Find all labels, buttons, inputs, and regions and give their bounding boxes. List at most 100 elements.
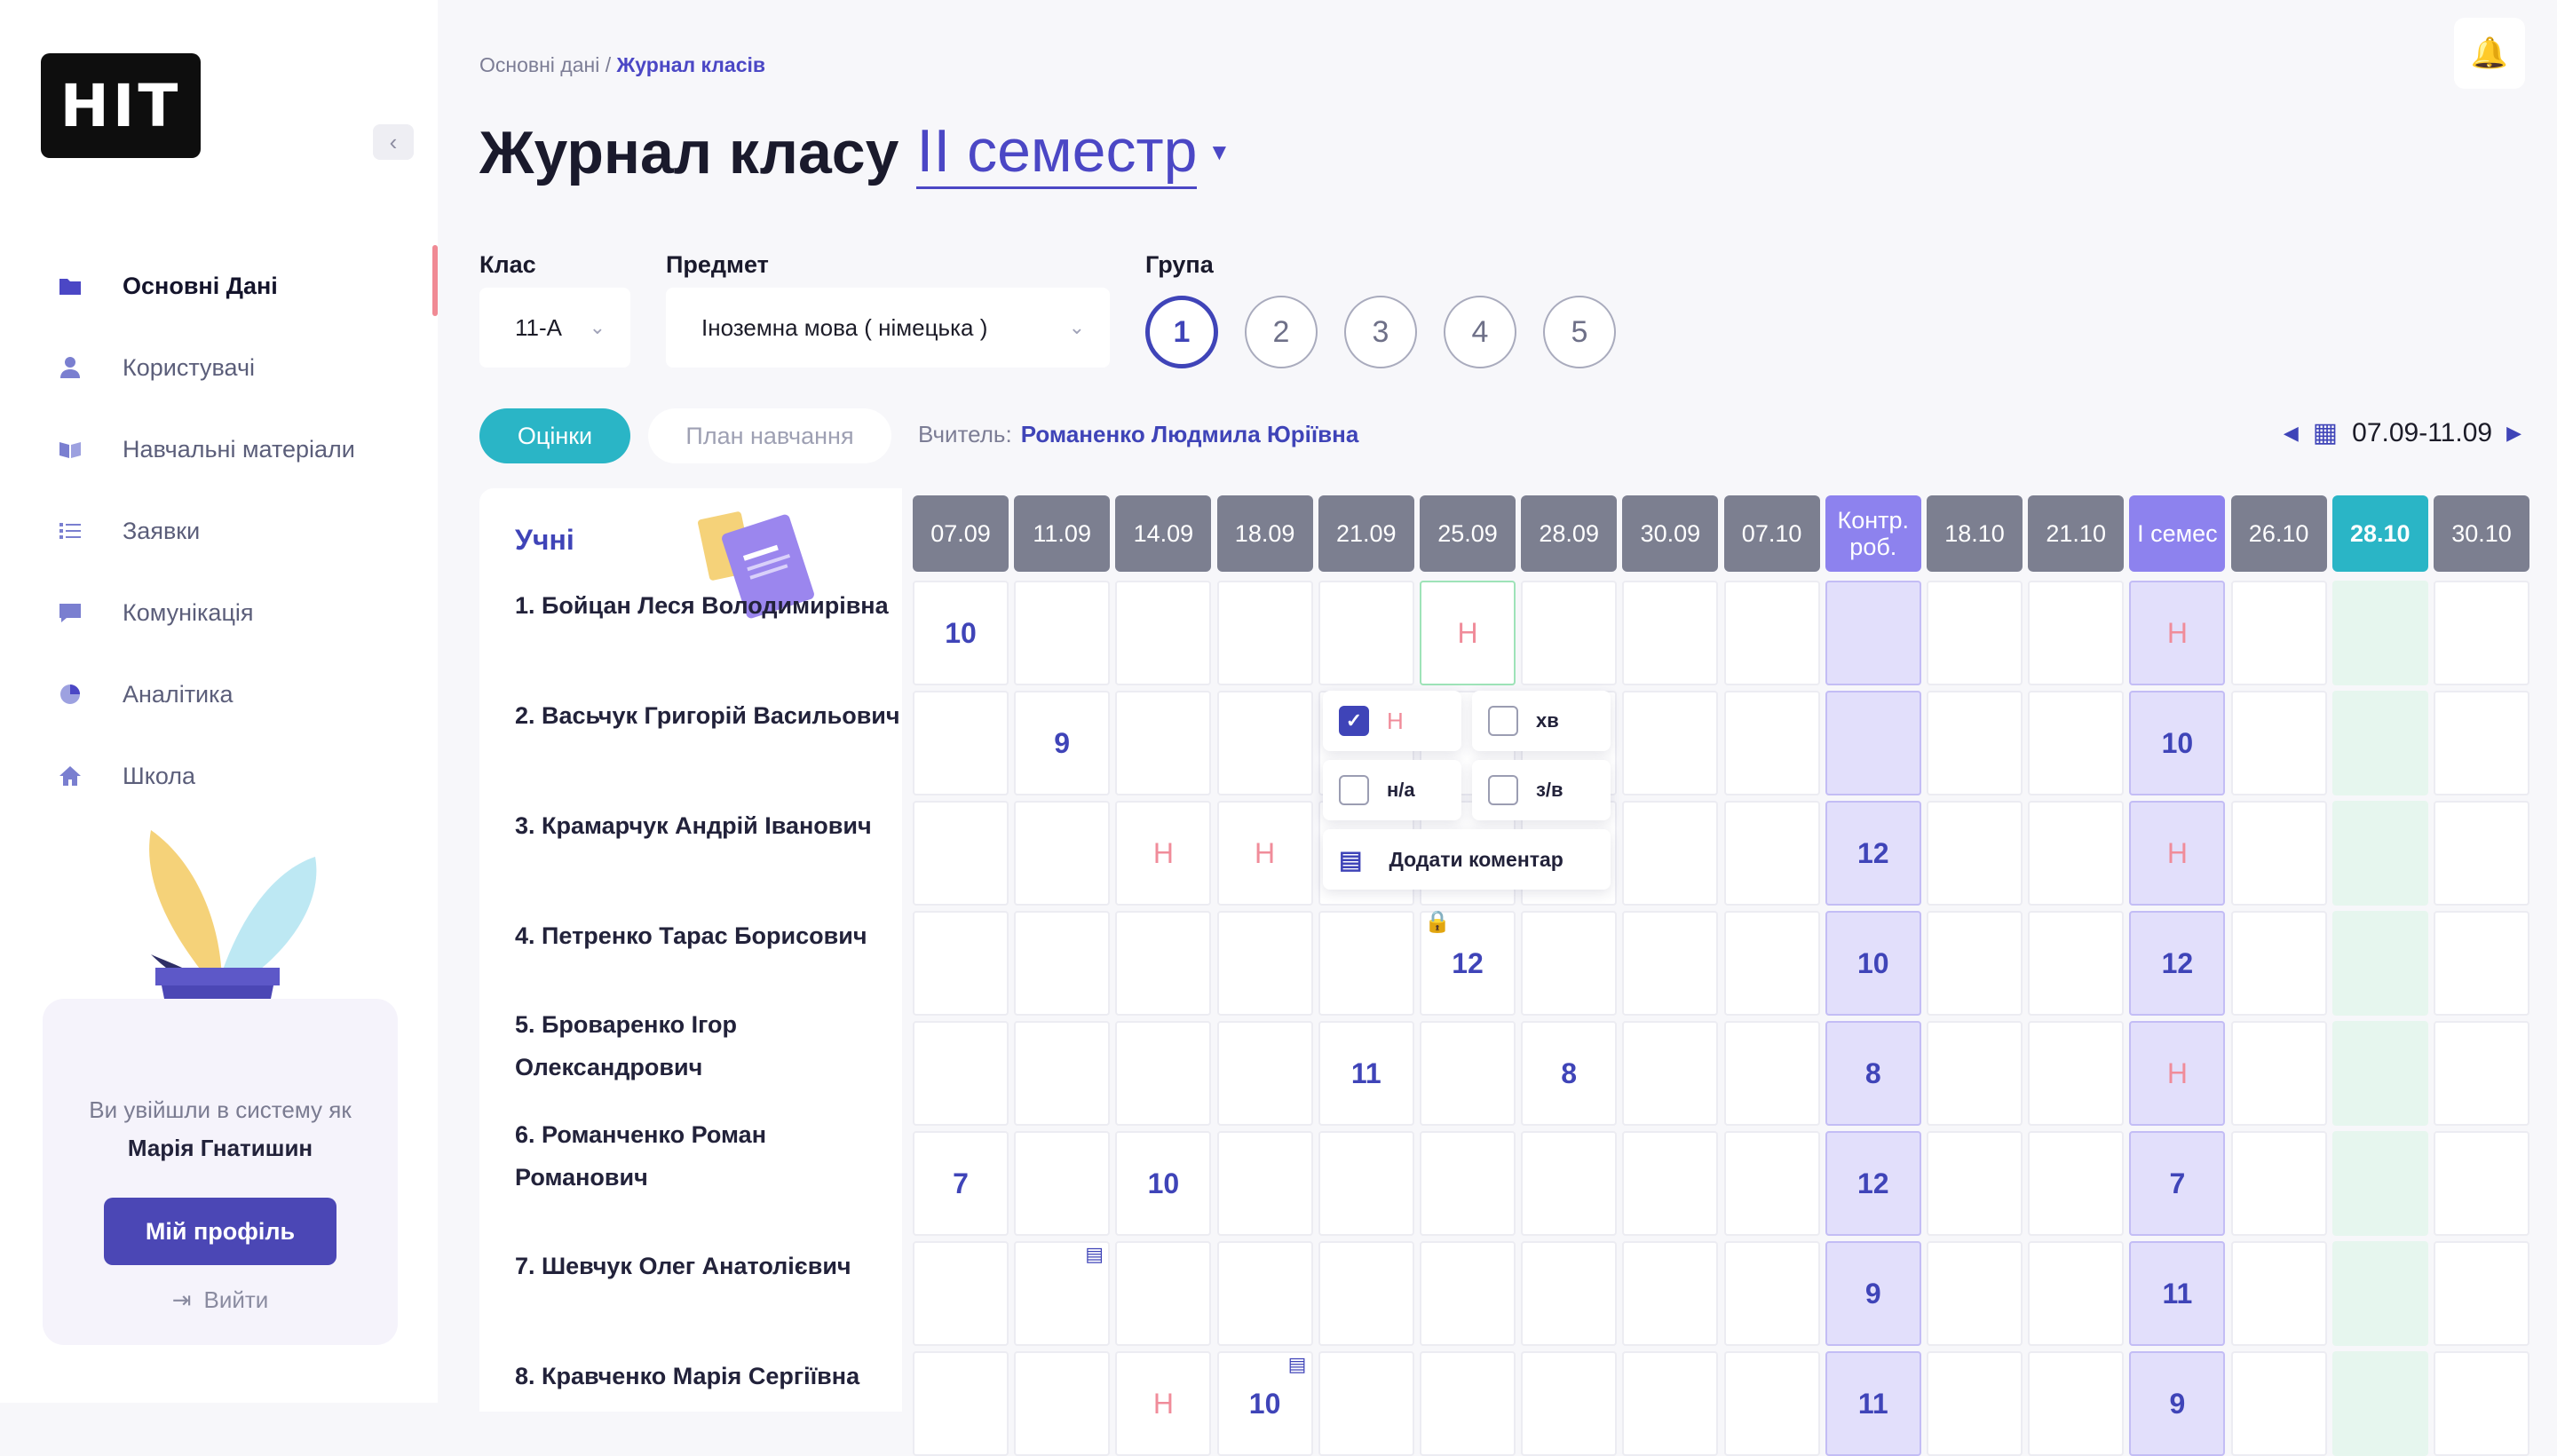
grade-cell[interactable] [1216,1131,1313,1236]
grade-cell[interactable] [1318,1241,1414,1346]
date-header[interactable]: Контр. роб. [1825,495,1921,572]
grade-cell[interactable] [2028,1131,2125,1236]
breadcrumb-parent[interactable]: Основні дані / [479,53,611,76]
grade-cell[interactable] [2331,581,2428,685]
tab-study-plan[interactable]: План навчання [648,408,891,463]
student-name[interactable]: 4. Петренко Тарас Борисович [515,881,906,991]
grade-cell[interactable] [1927,1241,2023,1346]
grade-cell[interactable] [2028,1021,2125,1126]
grade-cell[interactable] [1521,1241,1618,1346]
grade-cell[interactable] [1014,581,1111,685]
grade-cell[interactable] [1723,1021,1820,1126]
grade-cell[interactable] [2230,1241,2327,1346]
grade-cell[interactable] [913,1351,1009,1456]
grade-cell[interactable] [913,691,1009,795]
grade-cell[interactable] [1216,1021,1313,1126]
student-name[interactable]: 2. Васьчук Григорій Васильович [515,661,906,771]
date-header[interactable]: 28.09 [1521,495,1618,572]
grade-cell[interactable] [1927,1021,2023,1126]
date-header[interactable]: 11.09 [1014,495,1111,572]
grade-cell[interactable]: Н [2129,581,2226,685]
grade-cell[interactable] [1622,1021,1719,1126]
grade-cell[interactable]: 7 [913,1131,1009,1236]
grade-cell[interactable]: 8 [1825,1021,1921,1126]
collapse-sidebar-button[interactable]: ‹ [373,124,414,160]
grade-cell[interactable] [1927,1131,2023,1236]
grade-cell[interactable]: 10 [1115,1131,1212,1236]
student-name[interactable]: 6. Романченко Роман Романович [515,1101,906,1211]
date-header[interactable]: 30.10 [2434,495,2529,572]
prev-week-arrow-icon[interactable]: ◀ [2284,422,2299,445]
grade-cell[interactable] [1927,1351,2023,1456]
grade-cell[interactable] [2028,1351,2125,1456]
grade-cell[interactable] [1825,581,1921,685]
grade-cell[interactable] [1622,1241,1719,1346]
grade-cell[interactable] [913,801,1009,906]
grade-cell[interactable] [1115,691,1212,795]
sidebar-item-school[interactable]: Школа [0,735,438,817]
grade-cell[interactable] [1014,1351,1111,1456]
grade-cell[interactable] [913,911,1009,1016]
grade-cell[interactable]: Н [1216,801,1313,906]
semester-select[interactable]: II семестр [916,115,1198,189]
grade-cell[interactable] [1723,801,1820,906]
grade-cell[interactable] [2230,911,2327,1016]
grade-cell[interactable] [1014,1131,1111,1236]
grade-cell[interactable] [1115,911,1212,1016]
date-header[interactable]: 28.10 [2331,495,2428,572]
grade-cell[interactable] [2434,1241,2529,1346]
grade-cell[interactable] [1622,1351,1719,1456]
grade-cell[interactable] [1318,911,1414,1016]
add-comment-button[interactable]: ▤ Додати коментар [1323,829,1611,890]
grade-cell[interactable] [1521,1351,1618,1456]
grade-cell[interactable] [2331,691,2428,795]
subject-select[interactable]: Іноземна мова ( німецька ) ⌄ [666,288,1110,368]
checkbox-checked-icon[interactable]: ✓ [1339,706,1369,736]
grade-cell[interactable] [1622,1131,1719,1236]
app-logo[interactable]: НІТ [41,53,201,158]
sidebar-item-analytics[interactable]: Аналітика [0,653,438,735]
grade-cell[interactable]: Н [1420,581,1516,685]
grade-cell[interactable] [1723,1131,1820,1236]
notifications-button[interactable]: 🔔 [2454,18,2525,89]
student-name[interactable]: 8. Кравченко Марія Сергіївна [515,1321,906,1431]
grade-cell[interactable]: 9 [2129,1351,2226,1456]
grade-cell[interactable] [913,1241,1009,1346]
group-button-4[interactable]: 4 [1444,296,1516,368]
grade-cell[interactable] [1216,1241,1313,1346]
grade-cell[interactable]: 12 [2129,911,2226,1016]
sidebar-item-main-data[interactable]: Основні Дані [0,245,438,327]
grade-cell[interactable] [2230,581,2327,685]
grade-cell[interactable] [1420,1351,1516,1456]
grade-cell[interactable]: 11 [2129,1241,2226,1346]
grade-cell[interactable] [2434,801,2529,906]
grade-cell[interactable] [1521,1131,1618,1236]
date-header[interactable]: I семес [2129,495,2226,572]
grade-cell[interactable] [2028,581,2125,685]
student-name[interactable]: 3. Крамарчук Андрій Іванович [515,771,906,881]
option-sick[interactable]: хв [1472,691,1611,751]
grade-cell[interactable]: Н [1115,801,1212,906]
grade-cell[interactable]: 8 [1521,1021,1618,1126]
calendar-icon[interactable]: ▦ [2313,417,2338,448]
grade-cell[interactable] [1927,911,2023,1016]
sidebar-item-requests[interactable]: Заявки [0,490,438,572]
grade-cell[interactable] [1216,911,1313,1016]
grade-cell[interactable] [1723,691,1820,795]
grade-cell[interactable]: 12 [1825,801,1921,906]
grade-cell[interactable]: 10 [2129,691,2226,795]
grade-cell[interactable] [2230,1351,2327,1456]
grade-cell[interactable]: 9 [1014,691,1111,795]
date-range-value[interactable]: 07.09-11.09 [2352,418,2492,448]
checkbox-icon[interactable] [1339,775,1369,805]
grade-cell[interactable] [2230,801,2327,906]
grade-cell[interactable] [913,1021,1009,1126]
sidebar-item-users[interactable]: Користувачі [0,327,438,408]
grade-cell[interactable]: 11 [1318,1021,1414,1126]
grade-cell[interactable] [1825,691,1921,795]
grade-cell[interactable]: 10 [1825,911,1921,1016]
grade-cell[interactable] [1318,581,1414,685]
option-absent[interactable]: ✓ Н [1323,691,1461,751]
grade-cell[interactable] [1723,1351,1820,1456]
grade-cell[interactable] [1521,581,1618,685]
